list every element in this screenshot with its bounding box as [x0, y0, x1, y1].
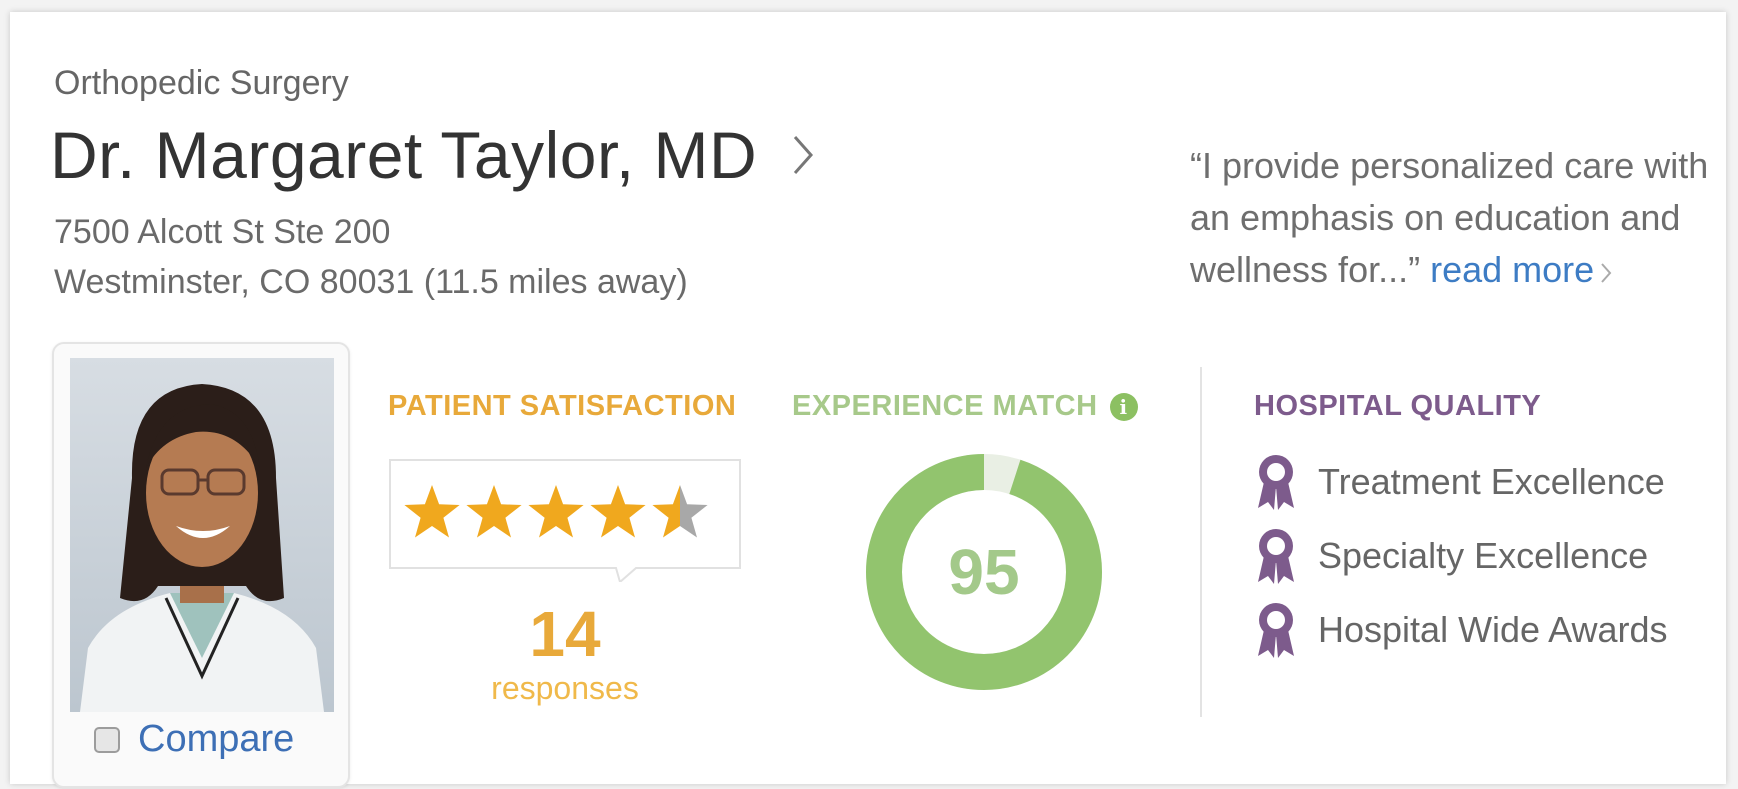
experience-match-label: EXPERIENCE MATCH: [792, 390, 1098, 422]
hospital-quality-title: HOSPITAL QUALITY: [1254, 390, 1542, 422]
compare-control[interactable]: Compare: [94, 718, 294, 761]
award-item[interactable]: Specialty Excellence: [1254, 526, 1648, 586]
read-more-link[interactable]: read more: [1430, 249, 1594, 290]
doctor-name-link[interactable]: Dr. Margaret Taylor, MD: [50, 117, 823, 193]
experience-match-title: EXPERIENCE MATCH i: [792, 390, 1138, 423]
award-ribbon-icon: [1258, 455, 1294, 510]
award-ribbon-icon: [1258, 603, 1294, 658]
specialty: Orthopedic Surgery: [54, 64, 349, 102]
award-label[interactable]: Hospital Wide Awards: [1318, 609, 1668, 651]
address: 7500 Alcott St Ste 200 Westminster, CO 8…: [54, 207, 688, 307]
address-line2: Westminster, CO 80031 (11.5 miles away): [54, 263, 688, 301]
divider: [1200, 367, 1202, 717]
doctor-quote: “I provide personalized care with an emp…: [1190, 140, 1710, 296]
award-label[interactable]: Treatment Excellence: [1318, 461, 1665, 503]
doctor-card: Orthopedic Surgery Dr. Margaret Taylor, …: [10, 12, 1726, 788]
doctor-name[interactable]: Dr. Margaret Taylor, MD: [50, 117, 757, 193]
chevron-right-icon[interactable]: [783, 127, 823, 183]
award-ribbon-icon: [1258, 529, 1294, 584]
experience-match-score: 95: [948, 536, 1020, 608]
responses-label[interactable]: responses: [388, 670, 742, 707]
patient-satisfaction-title: PATIENT SATISFACTION: [388, 390, 737, 422]
award-item[interactable]: Treatment Excellence: [1254, 452, 1665, 512]
chevron-right-icon[interactable]: [1600, 262, 1612, 284]
address-line1: 7500 Alcott St Ste 200: [54, 213, 391, 251]
compare-checkbox[interactable]: [94, 726, 120, 753]
compare-label[interactable]: Compare: [138, 718, 294, 761]
responses-count[interactable]: 14: [388, 602, 742, 666]
award-item[interactable]: Hospital Wide Awards: [1254, 600, 1668, 660]
photo-card: Compare: [52, 342, 350, 788]
info-icon[interactable]: i: [1109, 392, 1138, 421]
award-label[interactable]: Specialty Excellence: [1318, 535, 1648, 577]
doctor-photo[interactable]: [70, 358, 334, 712]
rating-box[interactable]: [388, 458, 742, 582]
